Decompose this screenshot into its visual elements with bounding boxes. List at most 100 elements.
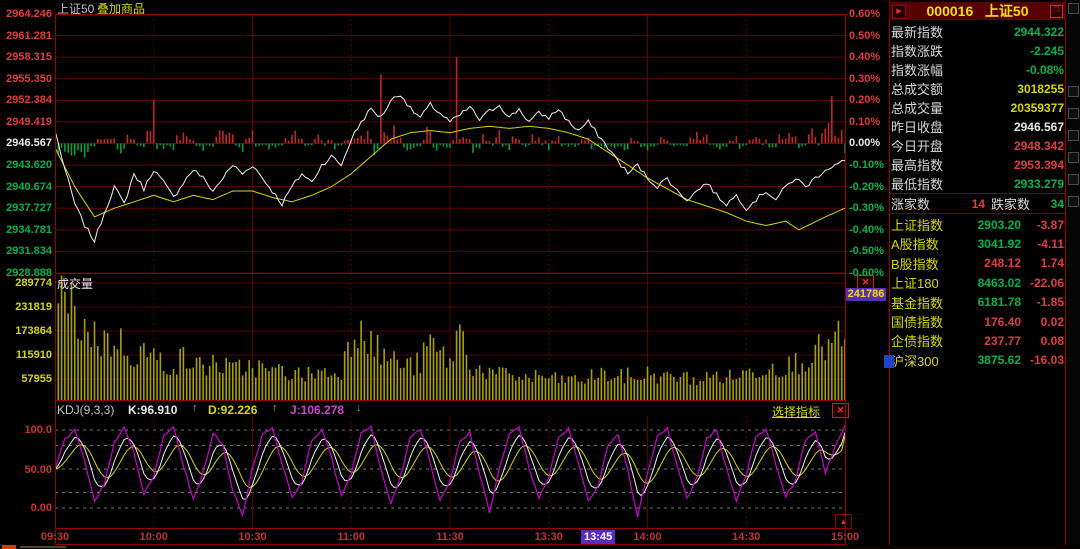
index-value: 176.40 (965, 315, 1021, 329)
quote-label: 昨日收盘 (891, 117, 973, 136)
index-row[interactable]: B股指数248.121.74 (891, 254, 1064, 273)
index-change: -4.11 (1021, 237, 1064, 251)
index-row[interactable]: 企债指数237.770.08 (891, 331, 1064, 350)
percent-axis-label: -0.50% (849, 245, 901, 257)
quote-row: 指数涨幅-0.08% (891, 60, 1064, 79)
quote-value: -0.08% (973, 63, 1064, 77)
volume-chart[interactable] (55, 273, 845, 400)
quote-label: 最新指数 (891, 22, 973, 41)
time-axis: 09:3010:0010:3011:0011:3013:3014:0014:30… (0, 529, 890, 544)
kdj-axis-label: 0.00 (0, 502, 52, 514)
percent-axis-label: -0.30% (849, 202, 901, 214)
quote-label: 总成交额 (891, 79, 973, 98)
index-value: 3041.92 (965, 237, 1021, 251)
index-value: 2903.20 (965, 218, 1021, 232)
volume-panel-title: 成交量 (57, 275, 93, 292)
index-change: 0.02 (1021, 315, 1064, 329)
decliners-count: 34 (1043, 197, 1064, 211)
time-label: 14:30 (732, 531, 760, 543)
percent-axis-label: 0.20% (849, 94, 901, 106)
kdj-axis-label: 50.00 (0, 464, 52, 476)
toolbar-icon (1068, 152, 1079, 163)
price-axis-label: 2940.674 (0, 181, 52, 193)
kdj-j-value: J:106.278 (290, 403, 344, 417)
index-value: 237.77 (965, 334, 1021, 348)
d-up-arrow-icon: ↑ (272, 402, 278, 414)
index-change: 0.08 (1021, 334, 1064, 348)
toolbar-icon (1068, 86, 1079, 97)
price-axis-label: 2943.620 (0, 159, 52, 171)
volume-axis-label: 231819 (0, 301, 52, 313)
quote-row: 指数涨跌-2.245 (891, 41, 1064, 60)
percent-axis-label: -0.10% (849, 159, 901, 171)
select-indicator-link[interactable]: 选择指标 (772, 403, 820, 420)
index-change: -22.06 (1021, 276, 1064, 290)
advancers-count: 14 (947, 197, 985, 211)
close-icon[interactable]: ✕ (832, 403, 849, 418)
index-name: A股指数 (891, 234, 965, 253)
percent-axis-label: -0.60% (849, 267, 901, 279)
volume-cursor-value-badge: 241786 (846, 288, 886, 301)
quote-label: 最高指数 (891, 155, 973, 174)
toolbar-icon (1068, 108, 1079, 119)
index-name: 国债指数 (891, 312, 965, 331)
time-label: 09:30 (41, 531, 69, 543)
cutoff-text-fragment (20, 546, 66, 548)
quote-label: 今日开盘 (891, 136, 973, 155)
toolbar-icon (1068, 196, 1079, 207)
percent-axis-label: 0.30% (849, 73, 901, 85)
volume-axis-label: 173864 (0, 325, 52, 337)
index-name: 基金指数 (891, 293, 965, 312)
cutoff-marker (2, 545, 16, 549)
price-axis-label: 2931.834 (0, 245, 52, 257)
quote-panel: ▶ 000016 上证50 ❐ 最新指数2944.322指数涨跌-2.245指数… (889, 0, 1066, 549)
quote-row: 总成交额3018255 (891, 79, 1064, 98)
price-axis-label: 2937.727 (0, 202, 52, 214)
time-label: 14:00 (633, 531, 661, 543)
market-breadth-row: 涨家数 14 跌家数 34 (891, 194, 1064, 213)
toolbar-icon (1068, 174, 1079, 185)
quote-label: 指数涨幅 (891, 60, 973, 79)
index-name: 沪深300 (891, 351, 965, 370)
quote-value: 2933.279 (973, 177, 1064, 191)
price-axis-label: 2949.419 (0, 116, 52, 128)
restore-window-icon[interactable]: ❐ (1050, 5, 1063, 18)
percent-axis-label: 0.00% (849, 137, 901, 149)
chart-right-border (845, 14, 846, 544)
index-row[interactable]: 基金指数6181.78-1.85 (891, 293, 1064, 312)
index-row[interactable]: 国债指数176.400.02 (891, 312, 1064, 331)
kdj-params-label: KDJ(9,3,3) (57, 403, 114, 417)
quote-row: 总成交量20359377 (891, 98, 1064, 117)
quote-value: 3018255 (973, 82, 1064, 96)
index-change: -1.85 (1021, 295, 1064, 309)
time-label: 15:00 (831, 531, 859, 543)
time-label: 13:30 (535, 531, 563, 543)
divider (889, 213, 1066, 214)
intraday-price-chart[interactable] (55, 14, 845, 273)
percent-axis-label: 0.40% (849, 51, 901, 63)
price-axis-label: 2946.567 (0, 137, 52, 149)
index-name: 企债指数 (891, 331, 965, 350)
volume-axis-label: 57955 (0, 373, 52, 385)
bottom-cutoff-strip (0, 545, 1080, 549)
index-row[interactable]: A股指数3041.92-4.11 (891, 234, 1064, 253)
right-toolbar-strip (1066, 0, 1080, 549)
percent-axis-label: 0.60% (849, 8, 901, 20)
decliners-label: 跌家数 (991, 194, 1043, 213)
index-name: 上证180 (891, 273, 965, 292)
index-row[interactable]: 上证1808463.02-22.06 (891, 273, 1064, 292)
chart-top-border (55, 14, 846, 15)
quote-value: 2946.567 (973, 120, 1064, 134)
index-row[interactable]: 上证指数2903.20-3.87 (891, 215, 1064, 234)
divider (55, 273, 846, 274)
quote-panel-header[interactable]: ▶ 000016 上证50 ❐ (889, 2, 1066, 20)
quote-label: 总成交量 (891, 98, 973, 117)
kdj-chart[interactable] (55, 416, 845, 528)
quote-value: 20359377 (973, 101, 1064, 115)
percent-axis-label: -0.20% (849, 181, 901, 193)
collapse-panel-icon[interactable]: ▲ (835, 514, 852, 529)
index-change: 1.74 (1021, 256, 1064, 270)
index-row[interactable]: 沪深3003875.62-16.03 (891, 351, 1064, 370)
index-value: 3875.62 (965, 353, 1021, 367)
index-value: 248.12 (965, 256, 1021, 270)
